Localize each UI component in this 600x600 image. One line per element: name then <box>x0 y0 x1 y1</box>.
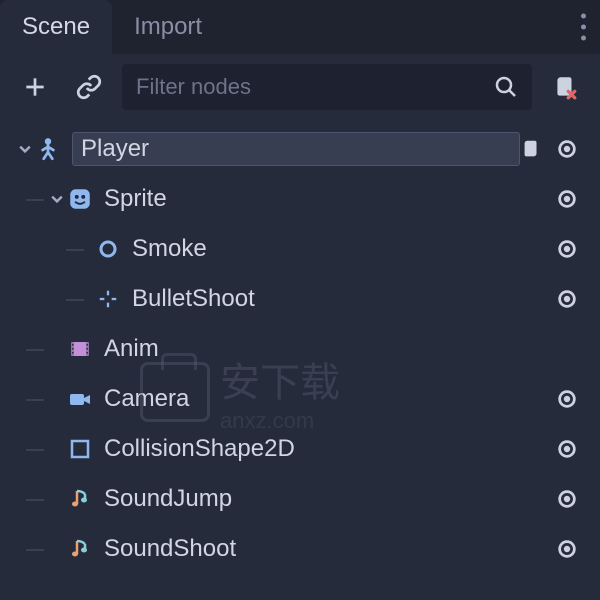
script-remove-button[interactable] <box>544 66 586 108</box>
tree-node-sprite[interactable]: Sprite <box>12 174 588 224</box>
tree-node-player[interactable]: Player <box>12 124 588 174</box>
visibility-icon[interactable] <box>556 488 578 510</box>
position2d-icon <box>94 285 122 313</box>
visibility-icon[interactable] <box>556 138 578 160</box>
camera-icon <box>66 385 94 413</box>
kebab-menu-icon[interactable] <box>581 14 586 41</box>
audio-stream-icon <box>66 535 94 563</box>
particles-icon <box>94 235 122 263</box>
scene-panel: Scene Import <box>0 0 600 600</box>
tab-import[interactable]: Import <box>112 0 224 54</box>
sprite-icon <box>66 185 94 213</box>
tree-node-collisionshape2d[interactable]: CollisionShape2D <box>12 424 588 474</box>
animation-player-icon <box>66 335 94 363</box>
node-label: CollisionShape2D <box>104 435 556 463</box>
filter-nodes-field[interactable] <box>122 64 532 110</box>
link-button[interactable] <box>68 66 110 108</box>
node-label: BulletShoot <box>132 285 556 313</box>
tree-node-soundshoot[interactable]: SoundShoot <box>12 524 588 574</box>
toolbar <box>0 54 600 120</box>
tab-bar: Scene Import <box>0 0 600 54</box>
collision-shape-icon <box>66 435 94 463</box>
node-label: Anim <box>104 335 584 363</box>
visibility-icon[interactable] <box>556 388 578 410</box>
visibility-icon[interactable] <box>556 288 578 310</box>
visibility-icon[interactable] <box>556 238 578 260</box>
audio-stream-icon <box>66 485 94 513</box>
tab-scene[interactable]: Scene <box>0 0 112 54</box>
kinematic-body-icon <box>34 135 62 163</box>
script-icon[interactable] <box>520 138 542 160</box>
tree-node-anim[interactable]: Anim <box>12 324 588 374</box>
tree-node-soundjump[interactable]: SoundJump <box>12 474 588 524</box>
visibility-icon[interactable] <box>556 188 578 210</box>
add-node-button[interactable] <box>14 66 56 108</box>
node-label: Camera <box>104 385 556 413</box>
expand-arrow-icon[interactable] <box>16 143 34 155</box>
tree-node-smoke[interactable]: Smoke <box>12 224 588 274</box>
scene-tree: Player <box>0 120 600 600</box>
search-icon[interactable] <box>494 75 518 99</box>
node-label: Player <box>81 135 149 162</box>
visibility-icon[interactable] <box>556 538 578 560</box>
tree-node-bulletshoot[interactable]: BulletShoot <box>12 274 588 324</box>
tree-node-camera[interactable]: Camera <box>12 374 588 424</box>
node-label: SoundShoot <box>104 535 556 563</box>
expand-arrow-icon[interactable] <box>48 193 66 205</box>
node-label: Smoke <box>132 235 556 263</box>
node-label: SoundJump <box>104 485 556 513</box>
node-label: Sprite <box>104 185 556 213</box>
filter-input[interactable] <box>136 74 494 100</box>
visibility-icon[interactable] <box>556 438 578 460</box>
